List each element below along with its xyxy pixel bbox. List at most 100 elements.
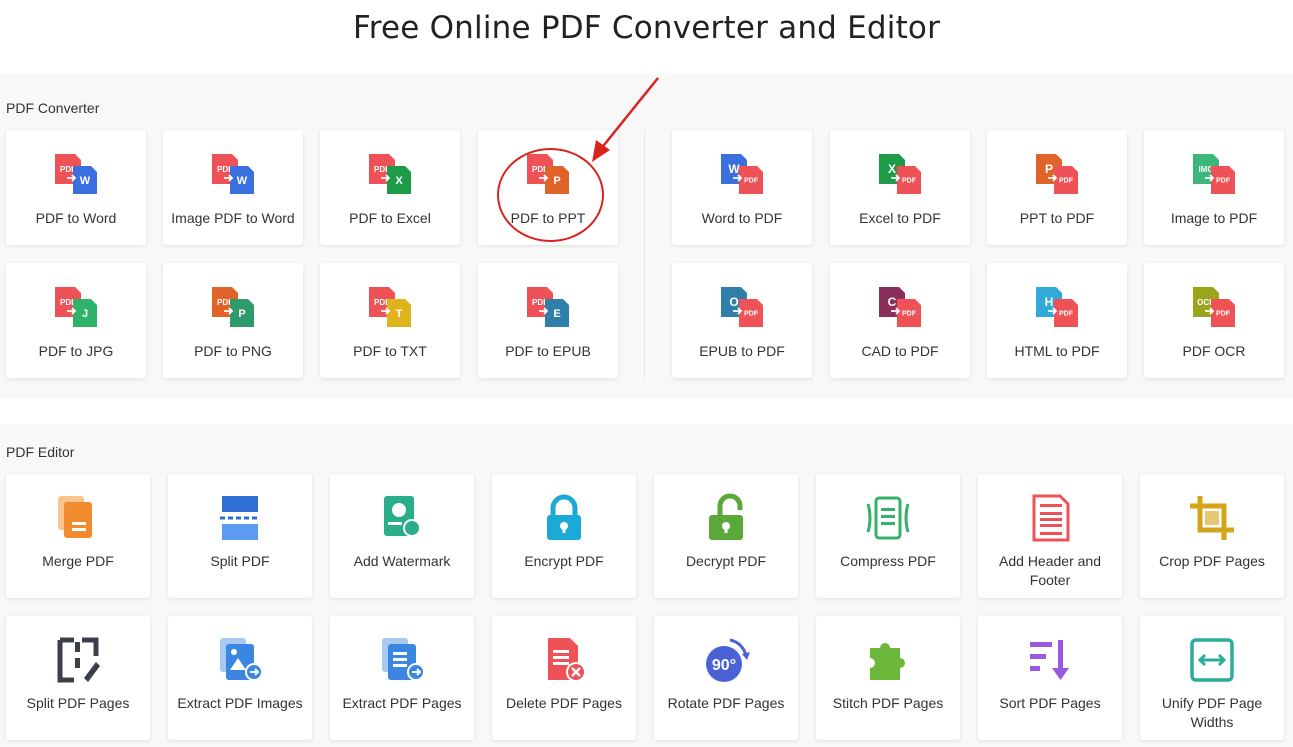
editor-section-label: PDF Editor bbox=[6, 444, 75, 460]
merge-icon bbox=[58, 496, 92, 538]
svg-text:PDF: PDF bbox=[1216, 310, 1231, 317]
converter-pdf-to-png-icon: PDFP bbox=[212, 287, 254, 327]
tool-add-header-and-footer-label: Add Header and Footer bbox=[999, 553, 1101, 588]
converter-html-to-pdf-icon: H PDF bbox=[1036, 287, 1078, 327]
converter-excel-to-pdf-icon: X PDF bbox=[879, 154, 921, 194]
tool-compress-pdf[interactable]: Compress PDF bbox=[816, 474, 960, 598]
extract-pages-icon bbox=[382, 638, 425, 681]
converter-ppt-to-pdf[interactable]: PPT to PDF P PDF bbox=[987, 130, 1127, 245]
tool-crop-pdf-pages[interactable]: Crop PDF Pages bbox=[1140, 474, 1284, 598]
svg-text:PDF: PDF bbox=[1059, 177, 1074, 184]
converter-html-to-pdf[interactable]: HTML to PDF H PDF bbox=[987, 263, 1127, 378]
tool-split-pdf-label: Split PDF bbox=[210, 553, 270, 569]
converter-cad-to-pdf-label: CAD to PDF bbox=[861, 343, 939, 359]
converter-pdf-to-jpg[interactable]: PDF to JPG PDF J bbox=[6, 263, 146, 378]
svg-text:P: P bbox=[1045, 162, 1053, 176]
tool-delete-pdf-pages[interactable]: Delete PDF Pages bbox=[492, 616, 636, 740]
svg-text:X: X bbox=[888, 162, 896, 176]
converter-cad-to-pdf[interactable]: CAD to PDF C PDF bbox=[830, 263, 970, 378]
tool-rotate-pdf-pages-label: Rotate PDF Pages bbox=[667, 695, 785, 711]
converter-pdf-ocr-icon: OCRPDF bbox=[1193, 287, 1235, 327]
converter-pdf-to-epub-label: PDF to EPUB bbox=[505, 343, 591, 359]
converter-pdf-to-epub-icon: PDFE bbox=[527, 287, 569, 327]
delete-pages-icon bbox=[548, 638, 586, 682]
svg-text:PDF: PDF bbox=[902, 310, 917, 317]
converter-pdf-to-excel-icon: PDFX bbox=[369, 154, 411, 194]
svg-text:C: C bbox=[888, 295, 897, 309]
converter-pdf-to-epub[interactable]: PDF to EPUB PDF E bbox=[478, 263, 618, 378]
sort-icon bbox=[1030, 640, 1069, 680]
puzzle-icon bbox=[870, 642, 905, 680]
converter-word-to-pdf-icon: W PDF bbox=[721, 154, 763, 194]
converter-pdf-ocr-label: PDF OCR bbox=[1182, 343, 1246, 359]
converter-section-label: PDF Converter bbox=[6, 100, 100, 116]
converter-epub-to-pdf[interactable]: EPUB to PDF O PDF bbox=[672, 263, 812, 378]
converter-image-pdf-to-word-icon: PDFW bbox=[212, 154, 254, 194]
converter-pdf-to-jpg-icon: PDFJ bbox=[55, 287, 97, 327]
svg-text:PDF: PDF bbox=[744, 177, 759, 184]
converter-image-pdf-to-word-label: Image PDF to Word bbox=[171, 210, 295, 226]
tool-stitch-pdf-pages[interactable]: Stitch PDF Pages bbox=[816, 616, 960, 740]
tool-unify-pdf-page-widths[interactable]: Unify PDF Page Widths bbox=[1140, 616, 1284, 740]
converter-pdf-to-excel-label: PDF to Excel bbox=[349, 210, 431, 226]
svg-text:E: E bbox=[553, 308, 560, 320]
svg-text:PDF: PDF bbox=[1059, 310, 1074, 317]
svg-text:W: W bbox=[80, 175, 91, 187]
tool-encrypt-pdf-label: Encrypt PDF bbox=[524, 553, 604, 569]
split-pages-icon bbox=[57, 637, 100, 683]
converter-pdf-to-png[interactable]: PDF to PNG PDF P bbox=[163, 263, 303, 378]
tool-extract-pdf-images[interactable]: Extract PDF Images bbox=[168, 616, 312, 740]
converter-image-pdf-to-word[interactable]: Image PDF to Word PDF W bbox=[163, 130, 303, 245]
converter-pdf-to-jpg-label: PDF to JPG bbox=[38, 343, 114, 359]
converter-pdf-to-png-label: PDF to PNG bbox=[194, 343, 272, 359]
tool-merge-pdf[interactable]: Merge PDF bbox=[6, 474, 150, 598]
highlight-arrow-icon bbox=[592, 77, 659, 162]
converter-excel-to-pdf[interactable]: Excel to PDF X PDF bbox=[830, 130, 970, 245]
watermark-icon bbox=[384, 496, 421, 537]
svg-text:PDF: PDF bbox=[1216, 177, 1231, 184]
tool-split-pdf[interactable]: Split PDF bbox=[168, 474, 312, 598]
tool-add-header-and-footer[interactable]: Add Header and Footer bbox=[978, 474, 1122, 598]
page-title: Free Online PDF Converter and Editor bbox=[352, 10, 941, 46]
svg-text:W: W bbox=[728, 162, 740, 176]
converter-pdf-to-word-label: PDF to Word bbox=[35, 210, 117, 226]
converter-pdf-ocr[interactable]: PDF OCR OCR PDF bbox=[1144, 263, 1284, 378]
rotate-icon: 90° bbox=[706, 638, 750, 682]
tool-extract-pdf-pages[interactable]: Extract PDF Pages bbox=[330, 616, 474, 740]
rotate-degree-label: 90° bbox=[712, 657, 736, 674]
svg-text:J: J bbox=[82, 308, 88, 320]
svg-text:H: H bbox=[1045, 295, 1054, 309]
tool-crop-pdf-pages-label: Crop PDF Pages bbox=[1159, 553, 1265, 569]
tool-sort-pdf-pages[interactable]: Sort PDF Pages bbox=[978, 616, 1122, 740]
tool-unify-pdf-page-widths-label: Unify PDF Page Widths bbox=[1161, 695, 1263, 730]
lock-icon bbox=[547, 494, 581, 540]
converter-cad-to-pdf-icon: C PDF bbox=[879, 287, 921, 327]
svg-text:W: W bbox=[237, 175, 248, 187]
tool-compress-pdf-label: Compress PDF bbox=[840, 553, 936, 569]
tool-extract-pdf-images-label: Extract PDF Images bbox=[177, 695, 303, 711]
converter-pdf-to-txt[interactable]: PDF to TXT PDF T bbox=[320, 263, 460, 378]
svg-text:X: X bbox=[395, 175, 403, 187]
converter-pdf-to-word[interactable]: PDF to Word PDF W bbox=[6, 130, 146, 245]
converter-pdf-to-txt-icon: PDFT bbox=[369, 287, 411, 327]
converter-pdf-to-word-icon: PDFW bbox=[55, 154, 97, 194]
svg-text:PDF: PDF bbox=[902, 177, 917, 184]
tool-delete-pdf-pages-label: Delete PDF Pages bbox=[506, 695, 622, 711]
tool-add-watermark-label: Add Watermark bbox=[353, 553, 451, 569]
tool-split-pdf-pages-label: Split PDF Pages bbox=[26, 695, 130, 711]
converter-word-to-pdf[interactable]: Word to PDF W PDF bbox=[672, 130, 812, 245]
converter-html-to-pdf-label: HTML to PDF bbox=[1014, 343, 1100, 359]
tool-encrypt-pdf[interactable]: Encrypt PDF bbox=[492, 474, 636, 598]
converter-pdf-to-excel[interactable]: PDF to Excel PDF X bbox=[320, 130, 460, 245]
crop-icon bbox=[1190, 496, 1234, 540]
tool-add-watermark[interactable]: Add Watermark bbox=[330, 474, 474, 598]
unify-width-icon bbox=[1190, 638, 1234, 682]
extract-images-icon bbox=[220, 638, 263, 681]
tool-rotate-pdf-pages[interactable]: Rotate PDF Pages 90° bbox=[654, 616, 798, 740]
tool-split-pdf-pages[interactable]: Split PDF Pages bbox=[6, 616, 150, 740]
svg-text:O: O bbox=[729, 295, 738, 309]
svg-text:T: T bbox=[396, 308, 403, 320]
converter-image-to-pdf[interactable]: Image to PDF IMG PDF bbox=[1144, 130, 1284, 245]
header-footer-icon bbox=[1032, 494, 1070, 542]
tool-decrypt-pdf[interactable]: Decrypt PDF bbox=[654, 474, 798, 598]
